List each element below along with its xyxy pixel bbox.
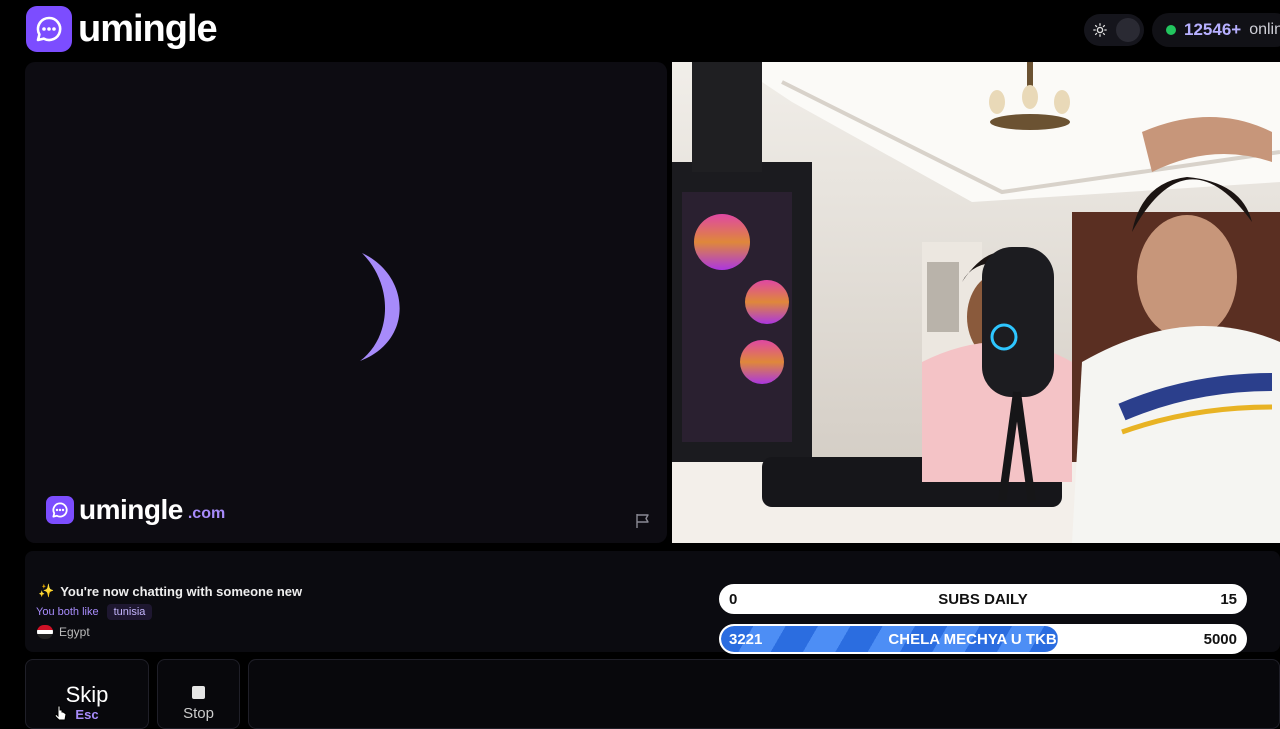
goal-current: 0 [729,590,738,608]
system-message: ✨ You're now chatting with someone new [38,583,302,599]
self-camera-video [672,62,1280,543]
goal-target: 5000 [1203,630,1237,648]
interest-tag: tunisia [106,604,153,620]
watermark-tld: .com [187,505,226,522]
sun-icon [1090,20,1110,40]
goal-bar-main: CHELA MECHYA U TKBER 3221 5000 [719,624,1247,654]
site-logo[interactable]: umingle [26,6,218,52]
stop-button[interactable]: Stop [157,659,240,729]
online-count: 12546+ [1184,20,1242,39]
online-label: online [1249,21,1280,38]
stop-icon [192,686,205,699]
common-interest-row: You both like tunisia [36,604,153,620]
chat-bubble-icon [46,496,74,524]
common-interest-label: You both like [36,606,99,618]
system-message-text: You're now chatting with someone new [60,583,303,599]
theme-toggle[interactable] [1084,14,1144,46]
goal-current: 3221 [729,630,763,648]
video-watermark: umingle .com [46,494,225,526]
watermark-name: umingle [79,494,183,525]
goal-bar-subs-daily: SUBS DAILY 0 15 [719,584,1247,614]
online-counter: 12546+ online [1152,13,1280,47]
toggle-knob [1116,18,1140,42]
sparkles-icon: ✨ [38,583,55,598]
mouse-cursor-icon [54,705,67,721]
report-flag-button[interactable] [634,512,654,530]
partner-country-row: Egypt [37,625,90,639]
camera-feed-image [672,62,1280,543]
online-status-dot [1166,25,1176,35]
chat-bubble-icon [26,6,72,52]
goal-target: 15 [1220,590,1237,608]
partner-country: Egypt [59,625,90,639]
flag-icon [636,514,649,528]
chat-input[interactable] [248,659,1280,729]
loading-spinner [360,253,400,361]
skip-button[interactable]: Skip Esc [25,659,149,729]
logo-text: umingle [78,7,218,50]
egypt-flag-icon [37,625,53,639]
stop-label: Stop [183,705,214,722]
skip-label: Skip [65,682,109,707]
